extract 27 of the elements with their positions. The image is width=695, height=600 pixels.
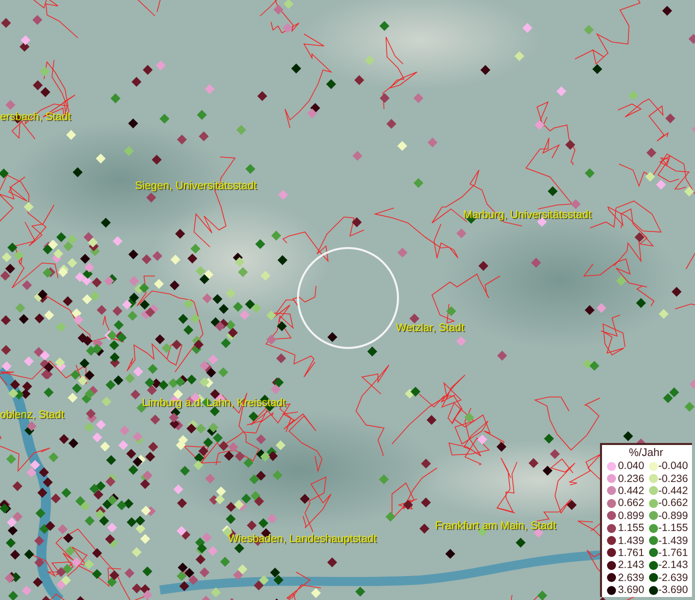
legend-value: -0.442 — [658, 484, 689, 497]
legend-value: 3.690 — [616, 584, 646, 596]
legend-value: -2.639 — [658, 572, 689, 584]
legend-value: -1.439 — [658, 534, 689, 547]
legend-value: -0.236 — [658, 472, 689, 485]
legend-title: %/Jahr — [628, 447, 664, 460]
legend-value: -2.143 — [658, 559, 689, 572]
legend-value: 0.236 — [616, 472, 646, 485]
legend-value: -0.662 — [658, 497, 689, 510]
legend-value: 2.143 — [616, 559, 646, 572]
legend-value: 1.155 — [616, 522, 646, 534]
legend-value: 2.639 — [616, 572, 646, 584]
legend-value: -1.155 — [658, 522, 689, 534]
place-label: Wetzlar, Stadt — [396, 321, 464, 335]
legend-value: 0.662 — [616, 497, 646, 510]
place-label: Frankfurt am Main, Stadt — [435, 519, 556, 533]
legend-value: 0.899 — [616, 510, 646, 522]
place-label: oblenz, Stadt — [0, 408, 64, 422]
map-drawing[interactable] — [0, 0, 695, 600]
legend-value: 0.442 — [616, 484, 646, 497]
legend-value: -1.761 — [658, 546, 689, 559]
legend-value: 1.439 — [616, 534, 646, 547]
legend-value: 0.040 — [616, 460, 646, 472]
legend-value: -0.040 — [658, 460, 689, 472]
legend-value: -0.899 — [658, 510, 689, 522]
legend-value: -3.690 — [658, 584, 689, 596]
legend-value: 1.761 — [616, 546, 646, 559]
